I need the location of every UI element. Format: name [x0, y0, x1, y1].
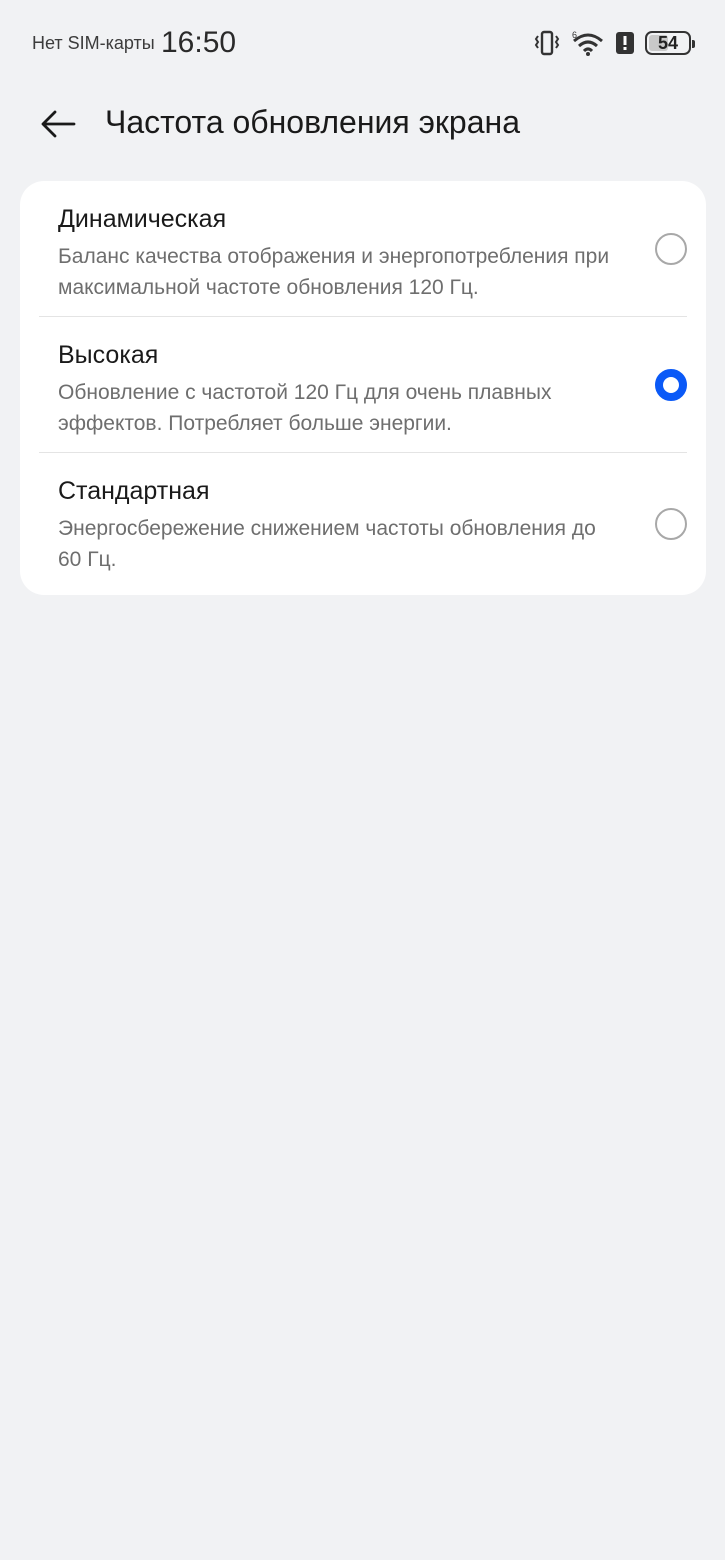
option-description: Энергосбережение снижением частоты обнов…: [58, 517, 596, 571]
option-description: Баланс качества отображения и энергопотр…: [58, 245, 610, 299]
option-title: Высокая: [58, 341, 159, 369]
option-high[interactable]: Высокая Обновление с частотой 120 Гц для…: [39, 317, 687, 453]
status-icons: 6 54: [533, 28, 695, 58]
battery-level: 54: [657, 33, 679, 53]
alert-icon: [615, 31, 635, 55]
option-title: Динамическая: [58, 205, 227, 233]
option-dynamic[interactable]: Динамическая Баланс качества отображения…: [39, 181, 687, 317]
page-title: Частота обновления экрана: [105, 104, 520, 140]
status-clock: 16:50: [161, 26, 237, 59]
app-bar: Частота обновления экрана: [0, 88, 725, 160]
arrow-left-icon: [40, 109, 76, 144]
refresh-rate-options: Динамическая Баланс качества отображения…: [20, 181, 706, 595]
carrier-label: Нет SIM-карты: [32, 33, 155, 53]
option-standard[interactable]: Стандартная Энергосбережение снижением ч…: [39, 453, 687, 595]
radio-button-high[interactable]: [655, 368, 687, 401]
radio-button-standard[interactable]: [655, 508, 687, 540]
vibrate-icon: [533, 30, 561, 56]
option-title: Стандартная: [58, 477, 210, 505]
option-description: Обновление с частотой 120 Гц для очень п…: [58, 381, 552, 435]
battery-icon: 54: [645, 31, 695, 55]
back-button[interactable]: [30, 98, 86, 154]
radio-button-dynamic[interactable]: [655, 232, 687, 265]
wifi-icon: 6: [571, 29, 605, 57]
status-bar: Нет SIM-карты 16:50 6 54: [0, 0, 725, 88]
